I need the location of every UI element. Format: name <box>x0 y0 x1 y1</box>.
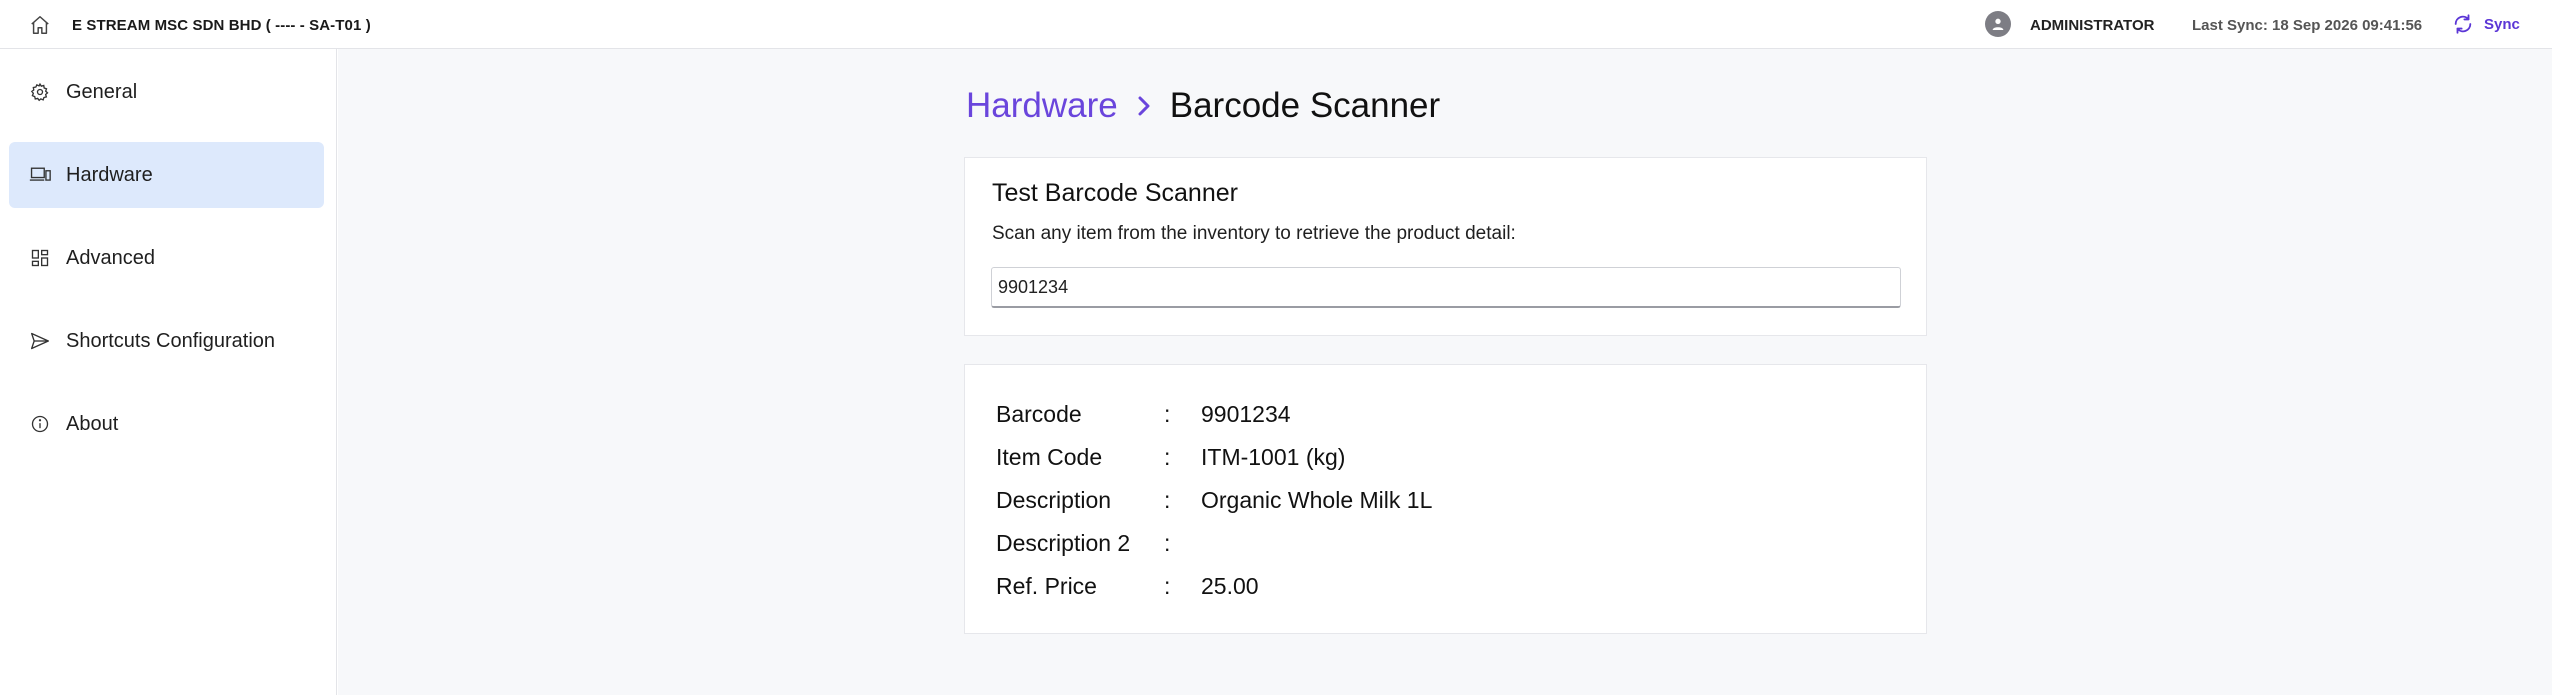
user-icon <box>1992 18 2004 30</box>
send-icon <box>28 329 52 353</box>
detail-value: Organic Whole Milk 1L <box>1201 486 1433 513</box>
detail-row-description-2: Description 2 : <box>996 523 1201 563</box>
detail-row-item-code: Item Code : ITM-1001 (kg) <box>996 437 1345 477</box>
product-detail-card: Barcode : 9901234 Item Code : ITM-1001 (… <box>964 364 1927 634</box>
detail-separator: : <box>1164 572 1171 599</box>
card-title: Test Barcode Scanner <box>992 179 1238 207</box>
detail-separator: : <box>1164 400 1171 427</box>
sidebar-item-general[interactable]: General <box>9 59 324 125</box>
detail-value: ITM-1001 (kg) <box>1201 443 1346 470</box>
detail-label: Item Code <box>996 443 1103 470</box>
sidebar: General Hardware Advanced Shortcuts Conf… <box>0 49 337 695</box>
avatar[interactable] <box>1985 11 2011 37</box>
breadcrumb-hardware-link[interactable]: Hardware <box>966 86 1118 126</box>
sync-icon <box>2454 14 2472 34</box>
card-instructions: Scan any item from the inventory to retr… <box>992 223 1516 244</box>
page-title: Barcode Scanner <box>1169 86 1441 125</box>
sidebar-item-label: Advanced <box>66 247 155 269</box>
detail-row-ref-price: Ref. Price : 25.00 <box>996 566 1259 606</box>
detail-label: Description 2 <box>996 529 1131 556</box>
sync-label: Sync <box>2484 15 2520 33</box>
sync-button[interactable]: Sync <box>2452 11 2520 37</box>
detail-label: Ref. Price <box>996 572 1097 599</box>
detail-row-description: Description : Organic Whole Milk 1L <box>996 480 1432 520</box>
detail-label: Barcode <box>996 400 1082 427</box>
sidebar-item-advanced[interactable]: Advanced <box>9 225 324 291</box>
info-icon <box>28 412 52 436</box>
gear-icon <box>28 80 52 104</box>
sidebar-item-shortcuts-configuration[interactable]: Shortcuts Configuration <box>9 308 324 374</box>
grid-icon <box>28 246 52 270</box>
sidebar-item-label: Shortcuts Configuration <box>66 330 276 352</box>
detail-row-barcode: Barcode : 9901234 <box>996 394 1291 434</box>
sidebar-item-hardware[interactable]: Hardware <box>9 142 324 208</box>
detail-separator: : <box>1164 486 1171 513</box>
chevron-right-icon <box>1136 94 1152 118</box>
detail-label: Description <box>996 486 1112 513</box>
home-icon <box>31 16 49 34</box>
devices-icon <box>28 163 52 187</box>
user-name: ADMINISTRATOR <box>2030 17 2155 34</box>
sidebar-item-label: General <box>66 81 138 103</box>
company-name: E STREAM MSC SDN BHD ( ---- - SA-T01 ) <box>72 17 371 34</box>
test-scanner-card: Test Barcode Scanner Scan any item from … <box>964 157 1927 336</box>
last-sync-timestamp: Last Sync: 18 Sep 2026 09:41:56 <box>2192 17 2423 34</box>
sidebar-item-label: Hardware <box>66 164 153 186</box>
detail-separator: : <box>1164 443 1171 470</box>
detail-value: 9901234 <box>1201 400 1291 427</box>
detail-separator: : <box>1164 529 1171 556</box>
breadcrumb: Hardware Barcode Scanner <box>966 82 1440 130</box>
detail-value: 25.00 <box>1201 572 1259 599</box>
sidebar-item-about[interactable]: About <box>9 391 324 457</box>
sidebar-item-label: About <box>66 413 119 435</box>
top-bar: E STREAM MSC SDN BHD ( ---- - SA-T01 ) A… <box>0 0 2552 49</box>
barcode-input[interactable] <box>991 267 1901 308</box>
home-button[interactable] <box>27 12 53 38</box>
